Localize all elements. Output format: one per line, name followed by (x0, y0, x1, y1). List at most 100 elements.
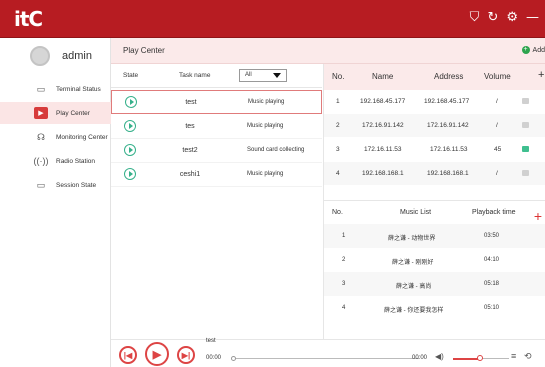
plus-icon: + (521, 46, 530, 54)
progress-handle[interactable] (231, 356, 236, 361)
music-row[interactable]: 4 薛之谦 - 你还要我怎样 05:10 (324, 296, 545, 320)
app-logo: itC (14, 7, 43, 31)
task-name: ceshi1 (179, 171, 201, 178)
music-no: 2 (342, 257, 346, 263)
playback-time-header: Playback time (472, 209, 516, 216)
sidebar-item-label: Session State (56, 181, 97, 189)
name-header: Name (372, 72, 394, 81)
add-terminal-icon[interactable]: + (538, 69, 544, 81)
terminal-no: 2 (336, 122, 340, 129)
next-button[interactable]: ▶| (177, 346, 195, 364)
terminal-volume: / (496, 98, 498, 105)
progress-slider[interactable] (233, 358, 419, 359)
avatar (30, 46, 50, 66)
task-row[interactable]: test Music playing (111, 90, 322, 114)
state-header: State (123, 72, 139, 79)
terminal-volume: / (496, 122, 498, 129)
user-panel: admin (0, 38, 111, 74)
terminal-row[interactable]: 3 172.16.11.53 172.16.11.53 45 (324, 138, 545, 161)
chat-icon: ▭ (36, 179, 46, 190)
music-no: 1 (342, 233, 346, 239)
minimize-icon[interactable]: — (526, 10, 539, 26)
terminal-table-header: No. Name Address Volume + (324, 64, 545, 90)
settings-icon[interactable]: ⚙ (506, 10, 518, 26)
task-row[interactable]: ceshi1 Music playing (111, 163, 322, 187)
address-header: Address (434, 72, 464, 81)
terminal-name: 172.16.91.142 (362, 122, 404, 129)
music-title: 薛之谦 - 高尚 (396, 284, 432, 290)
terminal-icon: ▭ (36, 83, 46, 94)
terminal-status-icon (522, 98, 529, 104)
headphones-icon: ☊ (37, 131, 45, 142)
play-icon[interactable] (125, 96, 137, 108)
task-status: Music playing (248, 99, 285, 105)
sidebar-item-play-center[interactable]: ▶ Play Center (0, 102, 111, 124)
breadcrumb: Play Center + Add (111, 38, 545, 64)
terminal-row[interactable]: 1 192.168.45.177 192.168.45.177 / (324, 90, 545, 113)
shirt-icon[interactable]: ⛉ (470, 10, 480, 26)
refresh-icon[interactable]: ↻ (487, 10, 498, 26)
play-icon[interactable] (124, 120, 136, 132)
music-list-header: No. Music List Playback time + (324, 200, 545, 224)
music-time: 04:10 (484, 257, 500, 263)
task-name: test (185, 99, 197, 106)
play-icon: ▶ (152, 348, 162, 361)
app-window: itC ⛉ ↻ ⚙ — admin ▭ Terminal Status ▶ Pl… (0, 0, 545, 367)
task-table-header: State Task name All (111, 64, 322, 88)
no-header: No. (332, 72, 345, 81)
play-icon[interactable] (124, 168, 136, 180)
terminal-status-icon (522, 170, 529, 176)
sidebar-item-session-state[interactable]: ▭ Session State (0, 174, 111, 196)
music-title: 薛之谦 - 动物世界 (388, 236, 436, 242)
task-panel: State Task name All test Music playing t… (111, 64, 322, 367)
terminal-address: 172.16.91.142 (427, 122, 469, 129)
state-filter-select[interactable]: All (239, 69, 287, 82)
volume-icon[interactable]: ◀) (435, 352, 444, 361)
music-row[interactable]: 1 薛之谦 - 动物世界 03:50 (324, 224, 545, 248)
sidebar-item-label: Radio Station (56, 157, 96, 165)
track-title: test (206, 338, 216, 344)
sidebar-item-radio-station[interactable]: ((·)) Radio Station (0, 150, 111, 172)
terminal-address: 192.168.45.177 (424, 98, 470, 105)
sidebar-item-monitoring-center[interactable]: ☊ Monitoring Center (0, 126, 111, 148)
music-title: 薛之谦 - 你还要我怎样 (384, 308, 444, 314)
terminal-row[interactable]: 4 192.168.168.1 192.168.168.1 / (324, 162, 545, 185)
previous-icon: |◀ (123, 350, 133, 360)
next-icon: ▶| (181, 350, 191, 360)
music-time: 05:10 (484, 305, 500, 311)
dropdown-arrow-icon (273, 73, 281, 78)
task-row[interactable]: test2 Sound card collecting (111, 139, 322, 163)
task-status: Music playing (247, 123, 284, 129)
previous-button[interactable]: |◀ (119, 346, 137, 364)
music-no: 3 (342, 281, 346, 287)
task-row[interactable]: tes Music playing (111, 115, 322, 139)
sidebar-item-terminal-status[interactable]: ▭ Terminal Status (0, 78, 111, 100)
terminal-address: 192.168.168.1 (427, 170, 469, 177)
top-icons: ⛉ ↻ ⚙ — (470, 10, 539, 26)
sidebar-item-label: Play Center (56, 109, 90, 117)
sidebar: admin ▭ Terminal Status ▶ Play Center ☊ … (0, 38, 111, 367)
add-button[interactable]: + Add (521, 46, 545, 54)
terminal-no: 3 (336, 146, 340, 153)
sidebar-item-label: Terminal Status (56, 85, 101, 93)
loop-icon[interactable]: ⟲ (524, 351, 532, 362)
play-icon[interactable] (124, 144, 136, 156)
terminal-row[interactable]: 2 172.16.91.142 172.16.91.142 / (324, 114, 545, 137)
task-name: test2 (182, 147, 198, 154)
elapsed-time: 00:00 (206, 355, 222, 361)
main-area: Play Center + Add State Task name All te… (111, 38, 545, 367)
terminal-status-icon (522, 122, 529, 128)
play-button[interactable]: ▶ (145, 342, 169, 366)
music-title: 薛之谦 - 刚刚好 (392, 260, 434, 266)
volume-handle[interactable] (477, 355, 483, 361)
top-bar: itC ⛉ ↻ ⚙ — (0, 0, 545, 38)
music-no: 4 (342, 305, 346, 311)
music-row[interactable]: 3 薛之谦 - 高尚 05:18 (324, 272, 545, 296)
music-no-header: No. (332, 209, 343, 216)
sidebar-item-label: Monitoring Center (56, 133, 108, 141)
task-status: Music playing (247, 171, 284, 177)
add-music-icon[interactable]: + (534, 209, 542, 223)
player-bar: |◀ ▶ ▶| (111, 339, 545, 367)
music-row[interactable]: 2 薛之谦 - 刚刚好 04:10 (324, 248, 545, 272)
playlist-icon[interactable]: ≡ (511, 351, 516, 361)
